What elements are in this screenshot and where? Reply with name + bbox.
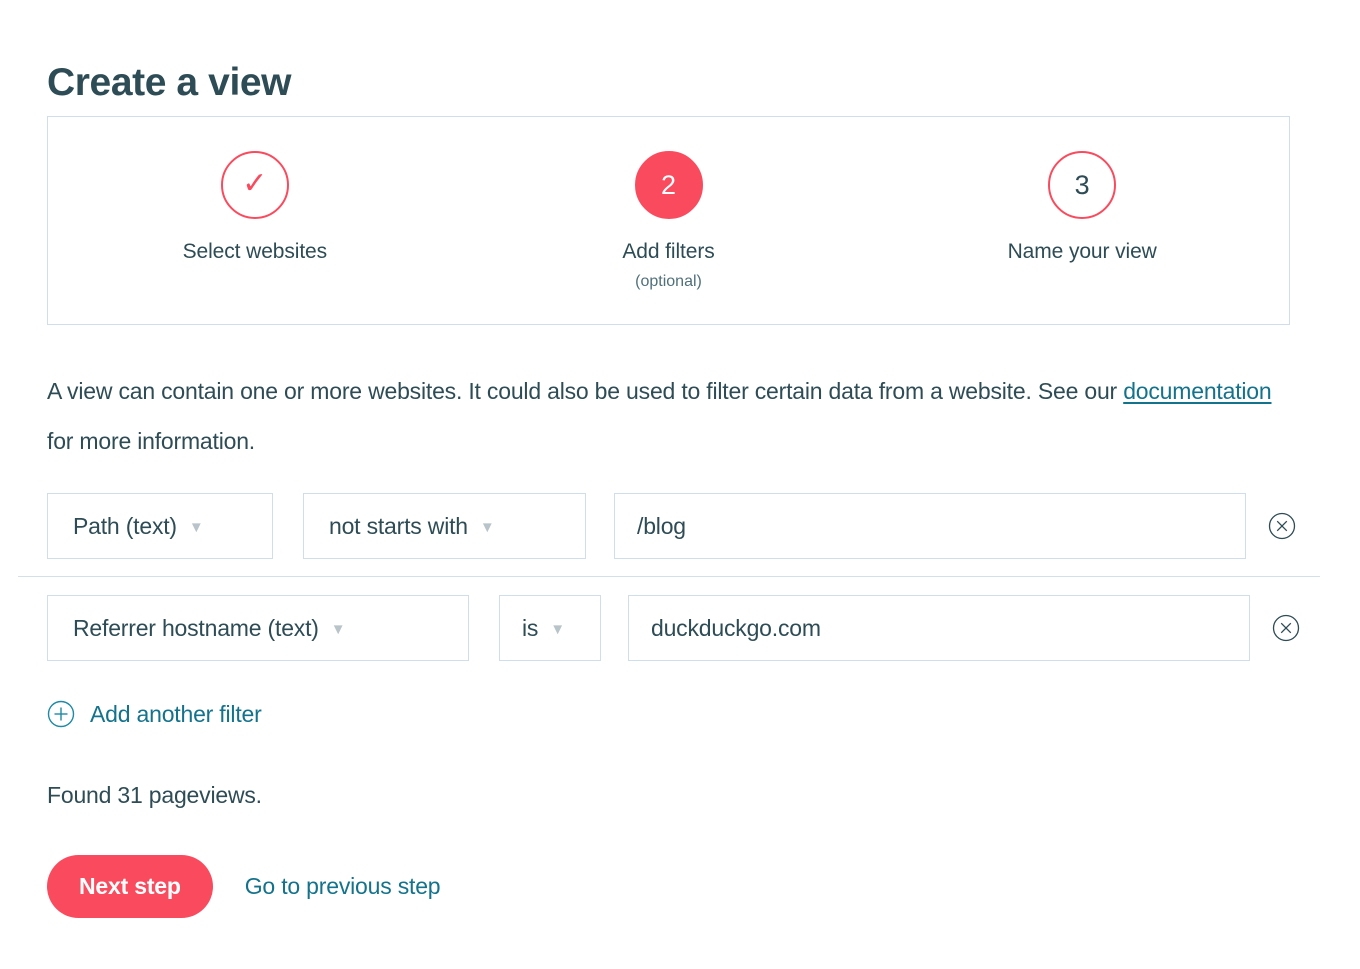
filter-row: Referrer hostname (text) ▼ is ▼ duckduck… (47, 594, 1300, 662)
step-1-indicator: ✓ (220, 151, 289, 219)
filter-row: Path (text) ▼ not starts with ▼ /blog (47, 492, 1296, 560)
remove-filter-button-0[interactable] (1268, 512, 1296, 540)
remove-filter-button-1[interactable] (1272, 614, 1300, 642)
go-to-previous-step-link[interactable]: Go to previous step (245, 873, 441, 900)
description-text: A view can contain one or more websites.… (47, 366, 1297, 466)
chevron-down-icon: ▼ (550, 620, 565, 638)
step-1-label: Select websites (182, 240, 328, 263)
chevron-down-icon: ▼ (188, 518, 204, 536)
circle-x-icon (1268, 512, 1296, 540)
circle-plus-icon (47, 700, 75, 728)
chevron-down-icon: ▼ (479, 518, 495, 536)
circle-x-icon (1272, 614, 1300, 642)
chevron-down-icon: ▼ (330, 620, 346, 638)
filter-value-text-1: duckduckgo.com (651, 614, 821, 641)
step-2-sublabel: (optional) (635, 273, 702, 290)
step-3-indicator: 3 (1048, 151, 1117, 219)
step-3-label: Name your view (1007, 240, 1157, 263)
filter-field-value-0: Path (text) (73, 512, 177, 539)
form-actions: Next step Go to previous step (47, 855, 441, 918)
page-title: Create a view (47, 61, 292, 105)
description-after-link: for more information. (47, 428, 255, 454)
next-step-button[interactable]: Next step (47, 855, 213, 918)
add-another-filter-label: Add another filter (90, 700, 262, 727)
filter-row-divider (18, 576, 1320, 577)
step-2-indicator: 2 (634, 151, 703, 219)
documentation-link[interactable]: documentation (1123, 378, 1271, 404)
pageviews-result-text: Found 31 pageviews. (47, 782, 262, 808)
filter-value-input-1[interactable]: duckduckgo.com (628, 595, 1250, 661)
check-icon: ✓ (242, 166, 268, 200)
filter-operator-select-0[interactable]: not starts with ▼ (303, 493, 586, 559)
filter-operator-value-0: not starts with (329, 512, 468, 539)
step-add-filters[interactable]: 2 Add filters (optional) (462, 117, 876, 291)
filter-value-input-0[interactable]: /blog (614, 493, 1246, 559)
description-before-link: A view can contain one or more websites.… (47, 378, 1124, 404)
step-2-label: Add filters (622, 240, 715, 263)
filter-operator-value-1: is (522, 614, 539, 641)
filter-field-select-0[interactable]: Path (text) ▼ (47, 493, 273, 559)
filter-value-text-0: /blog (637, 512, 686, 539)
stepper: ✓ Select websites 2 Add filters (optiona… (47, 116, 1290, 325)
filter-field-value-1: Referrer hostname (text) (73, 614, 319, 641)
filter-field-select-1[interactable]: Referrer hostname (text) ▼ (47, 595, 469, 661)
create-view-page: Create a view ✓ Select websites 2 Add fi… (0, 0, 1360, 969)
filter-operator-select-1[interactable]: is ▼ (499, 595, 601, 661)
step-name-your-view[interactable]: 3 Name your view (875, 117, 1289, 264)
add-another-filter-button[interactable]: Add another filter (47, 700, 262, 728)
step-select-websites[interactable]: ✓ Select websites (48, 117, 462, 264)
